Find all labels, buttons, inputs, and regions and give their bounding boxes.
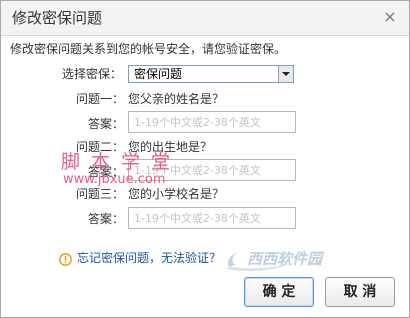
dialog-description: 修改密保问题关系到您的帐号安全，请您验证密保。 — [10, 42, 287, 56]
select-security-label: 选择密保： — [62, 67, 123, 81]
answer-3-input[interactable] — [128, 207, 296, 229]
answer-3-label: 答案： — [88, 212, 125, 226]
dialog-titlebar: 修改密保问题 × — [1, 1, 409, 36]
security-type-select[interactable]: 密保问题 — [128, 65, 294, 83]
question-1-text: 您父亲的姓名是？ — [128, 92, 225, 106]
svg-text:西西软件园: 西西软件园 — [247, 250, 325, 268]
question-3-label: 问题三： — [76, 187, 125, 201]
change-security-question-dialog: 修改密保问题 × 修改密保问题关系到您的帐号安全，请您验证密保。 选择密保： 密… — [0, 0, 410, 318]
watermark-text: 脚本学堂 — [61, 151, 182, 173]
question-1-label: 问题一： — [76, 92, 125, 106]
answer-1-input[interactable] — [128, 111, 296, 133]
cancel-button[interactable]: 取 消 — [325, 277, 395, 307]
forgot-question-link[interactable]: 忘记密保问题，无法验证？ — [77, 250, 221, 266]
info-icon — [59, 251, 72, 266]
watermark-logo-icon: 西西软件园 — [225, 250, 325, 271]
close-icon[interactable]: × — [382, 9, 398, 25]
confirm-button[interactable]: 确 定 — [244, 277, 314, 307]
dialog-title: 修改密保问题 — [12, 9, 103, 27]
security-type-select-value: 密保问题 — [134, 67, 183, 81]
dropdown-arrow-icon[interactable] — [278, 66, 293, 82]
watermark-url: www.jbxue.com — [63, 172, 166, 187]
answer-1-label: 答案： — [88, 117, 125, 131]
question-3-text: 您的小学校名是？ — [128, 187, 225, 201]
